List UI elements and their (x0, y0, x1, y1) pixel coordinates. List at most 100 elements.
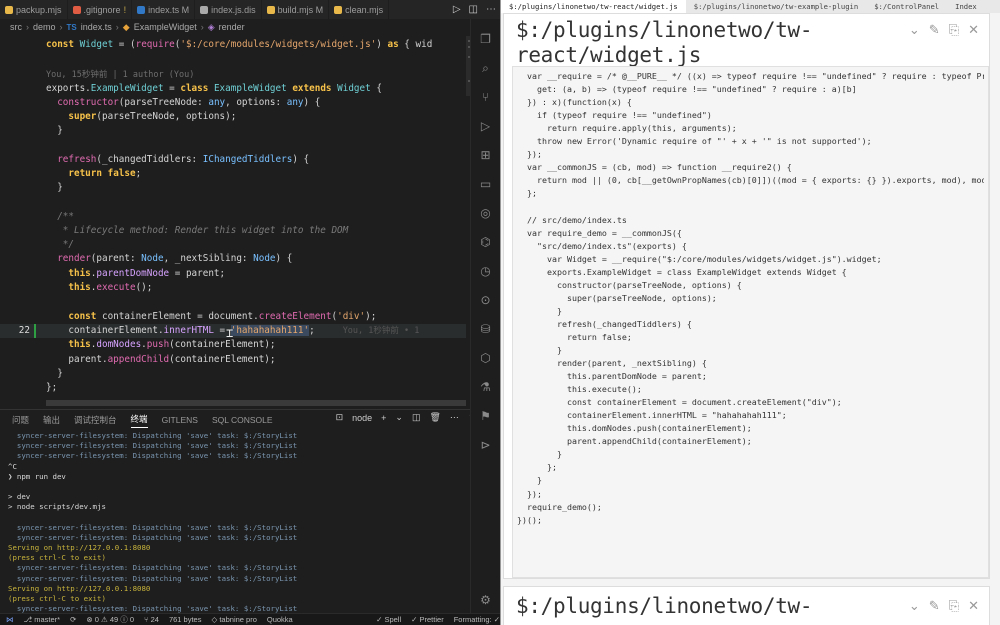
file-type-icon (200, 5, 209, 14)
code-line: const containerElement = document.create… (517, 397, 842, 408)
code-line: /** (46, 211, 74, 222)
panel-tab-problems[interactable]: 问题 (12, 414, 29, 426)
editor-tab[interactable]: packup.mjs (0, 0, 68, 19)
trash-icon[interactable]: 🗑 (429, 412, 440, 423)
terminal-line: syncer-server-filesystem: Dispatching 's… (8, 532, 298, 542)
file-type-icon (334, 5, 343, 14)
chevron-down-icon[interactable]: ⌄ (909, 22, 920, 38)
clone-icon[interactable]: ⎘ (949, 598, 959, 614)
remote-icon[interactable]: ⋈ (6, 615, 14, 624)
testing-icon[interactable]: ⚗ (477, 378, 495, 396)
remote-explorer-icon[interactable]: ▭ (477, 175, 495, 193)
tiddler-code-block: var __require = /* @__PURE__ */ ((x) => … (512, 66, 989, 578)
graph-icon[interactable]: ⊙ (477, 291, 495, 309)
editor-tab[interactable]: clean.mjs (329, 0, 390, 19)
code-line: return false; (68, 168, 142, 179)
run-debug-icon[interactable]: ▷ (477, 117, 495, 135)
edit-icon[interactable]: ✎ (929, 598, 940, 614)
database-icon[interactable]: ⛁ (477, 320, 495, 338)
editor-tab[interactable]: .gitignore! (68, 0, 133, 19)
chevron-down-icon[interactable]: ⌄ (909, 598, 920, 614)
bookmark-icon[interactable]: ⚑ (477, 407, 495, 425)
editor-tab[interactable]: build.mjs M (262, 0, 330, 19)
gear-icon[interactable]: ⚙ (477, 591, 495, 609)
breadcrumb-demo[interactable]: demo (33, 22, 56, 32)
code-line: } (517, 305, 562, 316)
edit-icon[interactable]: ✎ (929, 22, 940, 38)
code-line: constructor(parseTreeNode: any, options:… (57, 97, 321, 108)
split-editor-icon[interactable]: ◫ (469, 4, 478, 15)
code-line: return false; (517, 331, 632, 342)
tiddler2-title: $:/plugins/linonetwo/tw- (516, 594, 813, 618)
more-icon[interactable]: ⋯ (450, 412, 459, 423)
gitlens-icon[interactable]: ◎ (477, 204, 495, 222)
formatting-status[interactable]: Formatting: ✓ (454, 615, 500, 624)
chevron-down-icon[interactable]: ⌄ (395, 412, 403, 423)
docker-icon[interactable]: ⬡ (477, 349, 495, 367)
tiddler-title-line1: $:/plugins/linonetwo/tw- (516, 18, 813, 42)
horizontal-scrollbar[interactable] (46, 400, 466, 406)
close-icon[interactable]: ✕ (968, 598, 979, 614)
clone-icon[interactable]: ⎘ (949, 22, 959, 38)
git-blame-header[interactable]: You, 15秒钟前 | 1 author (You) (0, 68, 466, 82)
extensions-icon[interactable]: ⊞ (477, 146, 495, 164)
panel-tab-output[interactable]: 输出 (43, 414, 60, 426)
search-icon[interactable]: ⌕ (477, 59, 495, 77)
terminal-line: Serving on http://127.0.0.1:8080 (8, 543, 151, 553)
breadcrumb-method[interactable]: render (219, 22, 245, 32)
tw-tab-widget[interactable]: $:/plugins/linonetwo/tw-react/widget.js (501, 0, 686, 13)
editor-tab[interactable]: index.js.dis (195, 0, 262, 19)
explorer-icon[interactable]: ❐ (477, 30, 495, 48)
code-line: render(parent: Node, _nextSibling: Node)… (57, 253, 293, 264)
source-control-icon[interactable]: ⑂ (477, 88, 495, 106)
code-line: }) : x)(function(x) { (517, 97, 632, 108)
class-icon: ◆ (122, 21, 130, 32)
timeline-icon[interactable]: ◷ (477, 262, 495, 280)
tw-tab-index[interactable]: Index (947, 0, 985, 13)
code-line: } (517, 475, 542, 486)
status-bar: ⋈ ⎇ master* ⟳ ⊗ 0 ⚠ 49 ⓘ 0 ⑂ 24 761 byte… (0, 613, 500, 625)
spell-status[interactable]: ✓ Spell (376, 615, 401, 624)
tabnine-status[interactable]: ◇ tabnine pro (211, 615, 256, 624)
text-cursor-icon: ⌶ (226, 326, 234, 340)
new-terminal-icon[interactable]: + (381, 413, 386, 423)
tw-tab-example-plugin[interactable]: $:/plugins/linonetwo/tw-example-plugin (686, 0, 866, 13)
tiddler-widget-js: $:/plugins/linonetwo/tw- react/widget.js… (503, 13, 990, 579)
more-actions-icon[interactable]: ⋯ (486, 4, 496, 15)
breadcrumb-src[interactable]: src (10, 22, 22, 32)
terminal-output[interactable]: syncer-server-filesystem: Dispatching 's… (8, 431, 498, 624)
quokka-status[interactable]: Quokka (267, 615, 293, 624)
breadcrumb-class[interactable]: ExampleWidget (134, 22, 197, 32)
code-line: exports.ExampleWidget = class ExampleWid… (46, 83, 382, 94)
code-line: throw new Error('Dynamic require of "' +… (517, 136, 872, 147)
code-line: } (46, 368, 63, 379)
panel-tab-debug-console[interactable]: 调试控制台 (74, 414, 117, 426)
editor-tab-label: build.mjs M (277, 4, 324, 15)
problems-status[interactable]: ⊗ 0 ⚠ 49 ⓘ 0 (86, 614, 134, 625)
breadcrumb: src › demo › TS index.ts › ◆ ExampleWidget ›… (10, 21, 245, 33)
panel-tab-terminal[interactable]: 终端 (130, 413, 148, 428)
split-terminal-icon[interactable]: ◫ (412, 412, 421, 423)
panel-tab-sql-console[interactable]: SQL CONSOLE (212, 415, 273, 425)
code-line: const containerElement = document.create… (68, 311, 377, 322)
sync-icon[interactable]: ⟳ (70, 615, 76, 624)
ports-status[interactable]: ⑂ 24 (144, 615, 159, 624)
run-icon[interactable]: ▷ (453, 4, 461, 15)
code-line: this.domNodes.push(containerElement); (68, 339, 276, 350)
branch-status[interactable]: ⎇ master* (24, 615, 61, 624)
close-icon[interactable]: ✕ (968, 22, 979, 38)
editor-tab-label: index.ts M (148, 4, 190, 15)
panel-tab-gitlens[interactable]: GITLENS (162, 415, 198, 425)
tw-tab-control-panel[interactable]: $:/ControlPanel (866, 0, 947, 13)
editor-tab[interactable]: index.ts M (132, 0, 196, 19)
prettier-status[interactable]: ✓ Prettier (411, 615, 444, 624)
code-line: const Widget = (require('$:/core/modules… (46, 39, 433, 50)
test-icon[interactable]: ⊳ (477, 436, 495, 454)
code-line: return mod || (0, cb[__getOwnPropNames(c… (517, 175, 984, 186)
modified-indicator-icon: ! (123, 4, 127, 15)
breadcrumb-file[interactable]: index.ts (81, 22, 112, 32)
terminal-name[interactable]: node (352, 413, 372, 423)
code-line: this.parentDomNode = parent; (68, 268, 226, 279)
code-editor[interactable]: const Widget = (require('$:/core/modules… (0, 36, 466, 400)
python-icon[interactable]: ⌬ (477, 233, 495, 251)
